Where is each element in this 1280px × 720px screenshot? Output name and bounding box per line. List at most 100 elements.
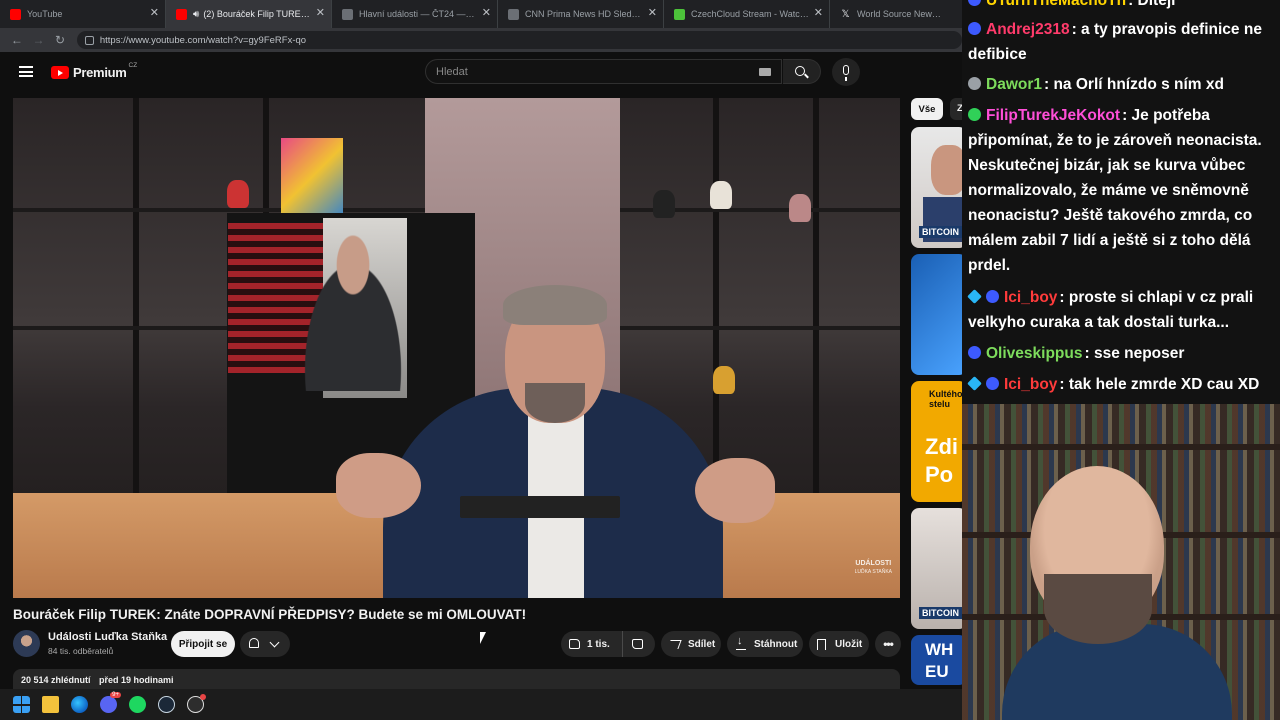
tab-title: CNN Prima News HD Sledujte na <box>525 9 643 19</box>
shelf-rack <box>713 98 719 498</box>
streamer-beard <box>1044 574 1152 644</box>
download-button[interactable]: Stáhnout <box>727 631 803 657</box>
close-tab-icon[interactable]: ✕ <box>150 8 159 19</box>
globe-icon <box>508 8 519 20</box>
windows-start-icon[interactable] <box>13 696 30 713</box>
watermark-line: UDÁLOSTI <box>855 560 892 567</box>
youtube-logo[interactable]: Premium CZ <box>51 62 138 80</box>
youtube-play-icon <box>51 66 69 79</box>
figure <box>227 180 249 208</box>
chat-username: Andrej2318 <box>986 21 1070 38</box>
sub-badge-icon <box>968 22 981 35</box>
save-button[interactable]: Uložit <box>809 631 869 657</box>
avatar[interactable] <box>13 630 40 657</box>
keyboard-icon[interactable] <box>759 68 771 76</box>
tab-youtube[interactable]: YouTube ✕ <box>0 0 166 28</box>
webcam-feed <box>962 404 1280 720</box>
more-actions-button[interactable]: ••• <box>875 631 901 657</box>
chat-message: UTurnTheMachoTh: Dítěji <box>968 0 1278 13</box>
bell-icon <box>249 638 259 648</box>
shelf-rack <box>133 98 139 498</box>
recommended-video-thumbnail[interactable]: Kultého stelu Zdi Po <box>911 381 967 502</box>
chip-all[interactable]: Vše <box>911 98 943 120</box>
like-count: 1 tis. <box>587 638 610 650</box>
chat-text: : tak hele zmrde XD cau XD <box>1059 376 1260 393</box>
url-field[interactable]: https://www.youtube.com/watch?v=gy9FeRFx… <box>76 31 962 49</box>
thumbs-up-icon <box>569 639 580 649</box>
youtube-icon <box>10 8 21 20</box>
discord-icon[interactable] <box>100 692 121 713</box>
search-input[interactable]: Hledat <box>425 59 782 84</box>
ct24-icon <box>342 8 353 20</box>
view-count: 20 514 zhlédnutí <box>21 675 91 685</box>
lucky-cat-figure <box>713 366 735 394</box>
reload-icon[interactable]: ↻ <box>49 33 71 47</box>
search-placeholder: Hledat <box>436 65 468 78</box>
chat-message: FilipTurekJeKokot: Je potřeba připomínat… <box>968 103 1278 278</box>
chat-username: UTurnTheMachoTh <box>986 0 1127 9</box>
tab-title: YouTube <box>27 9 63 19</box>
tab-ct24[interactable]: Hlavní události — ČT24 — Česká ✕ <box>332 0 498 28</box>
close-tab-icon[interactable]: ✕ <box>316 8 325 19</box>
desktop-screen: YouTube ✕ 🔊︎ (2) Bouráček Filip TUREK: Z… <box>0 0 1280 720</box>
country-code: CZ <box>128 62 138 69</box>
join-button[interactable]: Připojit se <box>171 631 235 657</box>
app-icon[interactable] <box>187 694 206 713</box>
chat-message: Ici_boy: proste si chlapi v cz prali vel… <box>967 285 1278 335</box>
file-explorer-icon[interactable] <box>42 696 59 713</box>
chat-text: : Je potřeba připomínat, že to je zárove… <box>968 107 1262 274</box>
recommended-video-thumbnail[interactable] <box>911 254 967 375</box>
like-dislike-group: 1 tis. <box>561 631 655 657</box>
close-tab-icon[interactable]: ✕ <box>814 8 823 19</box>
chat-text: : na Orlí hnízdo s ním xd <box>1044 76 1224 93</box>
tablet <box>460 496 620 518</box>
close-tab-icon[interactable]: ✕ <box>648 8 657 19</box>
tab-title: CzechCloud Stream - Watch Live o <box>691 9 809 19</box>
spotify-icon[interactable] <box>129 696 146 713</box>
tab-cnn-prima[interactable]: CNN Prima News HD Sledujte na ✕ <box>498 0 664 28</box>
speaker-icon[interactable]: 🔊︎ <box>193 9 199 20</box>
monitor-person <box>283 216 423 391</box>
forward-icon[interactable]: → <box>28 33 50 47</box>
presenter-beard <box>525 383 585 423</box>
cube-badge-icon <box>967 376 982 391</box>
sub-badge-icon <box>986 290 999 303</box>
mouse-cursor <box>480 632 486 644</box>
back-icon[interactable]: ← <box>6 33 28 47</box>
recommended-video-thumbnail[interactable]: BITCOIN <box>911 127 967 248</box>
tab-title: (2) Bouráček Filip TUREK: Znáte <box>203 9 311 19</box>
chat-message: Oliveskippus: sse neposer <box>968 341 1278 366</box>
search-button[interactable] <box>783 59 821 84</box>
address-bar-row: ← → ↻ https://www.youtube.com/watch?v=gy… <box>0 28 962 52</box>
recommended-video-thumbnail[interactable]: BITCOIN <box>911 508 967 629</box>
dislike-button[interactable] <box>632 639 643 649</box>
recommended-video-thumbnail[interactable]: WH EU <box>911 635 967 685</box>
tab-current-video[interactable]: 🔊︎ (2) Bouráček Filip TUREK: Znáte ✕ <box>166 0 332 28</box>
video-player[interactable]: UDÁLOSTI LUĎKA STAŇKA <box>13 98 900 598</box>
edge-icon[interactable] <box>71 696 88 713</box>
sub-badge-icon <box>968 108 981 121</box>
subscriber-count: 84 tis. odběratelů <box>48 646 114 656</box>
save-label: Uložit <box>835 638 863 650</box>
steam-icon[interactable] <box>158 696 175 713</box>
cube-badge-icon <box>967 289 982 304</box>
chat-username: Dawor1 <box>986 76 1042 93</box>
chat-username: Oliveskippus <box>986 345 1083 362</box>
site-info-icon[interactable] <box>84 35 94 45</box>
close-tab-icon[interactable]: ✕ <box>482 8 491 19</box>
lucky-cat-figure <box>710 181 732 209</box>
shelf-rack <box>813 98 819 498</box>
presenter-hand <box>336 453 421 518</box>
like-button[interactable]: 1 tis. <box>561 631 623 657</box>
notifications-button[interactable] <box>240 631 290 657</box>
channel-name[interactable]: Události Luďka Staňka <box>48 631 167 643</box>
menu-icon[interactable] <box>19 66 33 77</box>
presenter-hair <box>503 285 607 325</box>
share-button[interactable]: Sdílet <box>661 631 721 657</box>
watermark-line: LUĎKA STAŇKA <box>854 569 892 575</box>
tab-world-source[interactable]: 𝕏 World Source News na platformě <box>830 0 962 28</box>
voice-search-button[interactable] <box>832 58 860 86</box>
tab-czechcloud[interactable]: CzechCloud Stream - Watch Live o ✕ <box>664 0 830 28</box>
thumbnail-headline: WH EU <box>925 640 954 681</box>
upload-time: před 19 hodinami <box>99 675 174 685</box>
